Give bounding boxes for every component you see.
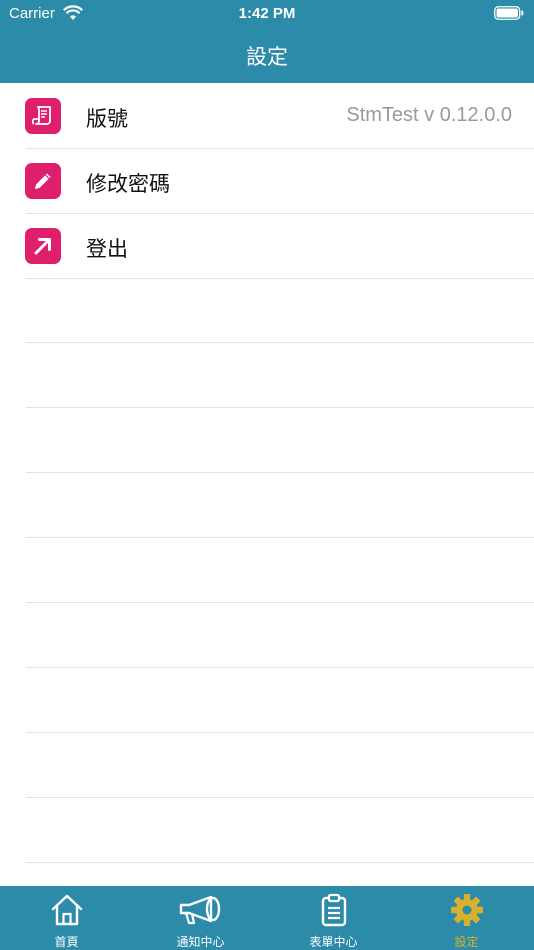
home-icon [51,894,82,926]
empty-row [26,733,534,798]
empty-row [26,538,534,603]
empty-row [26,798,534,863]
status-bar: Carrier 1:42 PM [0,0,534,30]
settings-row-version[interactable]: 版號 StmTest v 0.12.0.0 [0,83,534,149]
tab-bar: 首頁 通知中心 表單中心 設定 [0,886,534,950]
gear-icon [450,894,483,926]
header: Carrier 1:42 PM 設定 [0,0,534,83]
version-value: StmTest v 0.12.0.0 [346,104,512,126]
status-time: 1:42 PM [238,5,296,22]
empty-row [26,668,534,733]
settings-row-label: 版號 [86,108,128,131]
page-title: 設定 [246,46,288,69]
tab-settings[interactable]: 設定 [400,886,533,950]
megaphone-icon [179,895,220,925]
arrow-up-right-icon [25,228,61,264]
tab-forms[interactable]: 表單中心 [267,886,400,950]
settings-row-change-password[interactable]: 修改密碼 [0,148,534,214]
tab-label: 通知中心 [176,935,225,949]
tab-label: 首頁 [54,935,79,949]
document-icon [25,98,61,134]
clipboard-icon [321,893,346,927]
tab-home[interactable]: 首頁 [0,886,133,950]
settings-list: 版號 StmTest v 0.12.0.0 修改密碼 登出 [0,83,534,863]
empty-row [26,603,534,668]
tab-notifications[interactable]: 通知中心 [134,886,267,950]
empty-row [26,278,534,343]
tab-label: 設定 [454,935,479,949]
empty-row [26,408,534,473]
settings-row-label: 登出 [86,238,128,261]
battery-icon [494,6,524,20]
empty-row [26,473,534,538]
settings-row-label: 修改密碼 [86,173,170,196]
settings-row-logout[interactable]: 登出 [0,213,534,279]
empty-row [26,343,534,408]
pencil-icon [25,163,61,199]
tab-label: 表單中心 [309,935,358,949]
